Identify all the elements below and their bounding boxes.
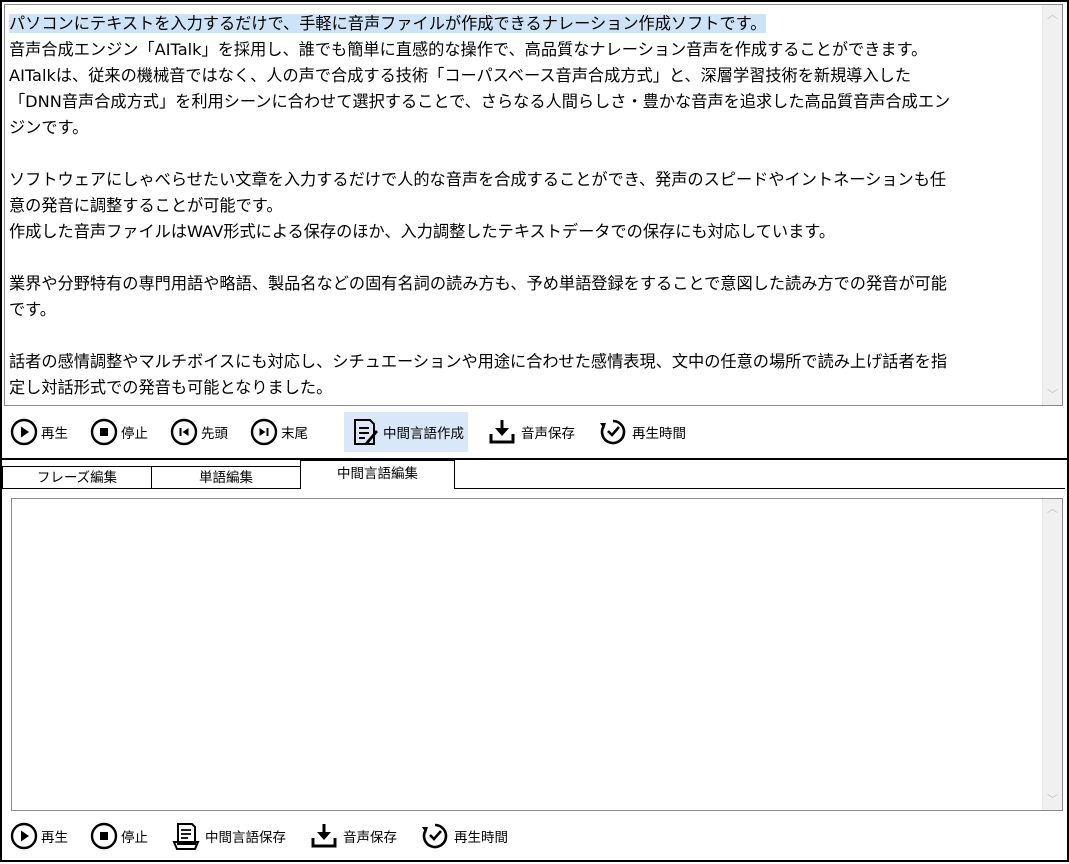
- tab-label: フレーズ編集: [36, 470, 118, 486]
- tab-phrase-edit[interactable]: フレーズ編集: [2, 466, 152, 489]
- go-to-start-button[interactable]: 先頭: [166, 412, 232, 452]
- edit-tabs: フレーズ編集 単語編集 中間言語編集: [2, 460, 1065, 490]
- editor-line[interactable]: ジンです。: [9, 118, 88, 137]
- intermediate-language-editor[interactable]: ︿ ﹀: [11, 498, 1063, 811]
- play-label: 再生: [41, 830, 68, 846]
- play-time-label: 再生時間: [454, 830, 508, 846]
- editor-line[interactable]: 作成した音声ファイルはWAV形式による保存のほか、入力調整したテキストデータでの…: [9, 222, 835, 241]
- play-button[interactable]: 再生: [6, 412, 72, 452]
- editor-line[interactable]: 「DNN音声合成方式」を利用シーンに合わせて選択することで、さらなる人間らしさ・…: [9, 92, 950, 111]
- play-icon: [10, 418, 38, 446]
- play-icon: [10, 822, 38, 850]
- go-to-start-label: 先頭: [201, 426, 228, 442]
- scroll-down-icon[interactable]: ﹀: [1043, 387, 1062, 403]
- play-time-label: 再生時間: [632, 426, 686, 442]
- play-label: 再生: [41, 426, 68, 442]
- stop-icon: [90, 822, 118, 850]
- editor-line[interactable]: です。: [9, 300, 56, 319]
- play-time-button[interactable]: 再生時間: [415, 816, 512, 856]
- editor-scrollbar[interactable]: ︿ ﹀: [1042, 5, 1062, 405]
- scroll-up-icon[interactable]: ︿: [1043, 501, 1062, 517]
- editor-line[interactable]: AITalkは、従来の機械音ではなく、人の声で合成する技術「コーパスベース音声合…: [9, 66, 911, 85]
- tab-word-edit[interactable]: 単語編集: [151, 466, 301, 489]
- document-save-icon: [172, 823, 200, 850]
- selected-line[interactable]: パソコンにテキストを入力するだけで、手軽に音声ファイルが作成できるナレーション作…: [9, 14, 767, 33]
- save-intermediate-language-label: 中間言語保存: [205, 830, 286, 846]
- save-audio-button[interactable]: 音声保存: [482, 412, 579, 452]
- stop-label: 停止: [121, 426, 148, 442]
- play-time-button[interactable]: 再生時間: [593, 412, 690, 452]
- stop-label: 停止: [121, 830, 148, 846]
- save-audio-button[interactable]: 音声保存: [304, 816, 401, 856]
- tab-intermediate-language-edit[interactable]: 中間言語編集: [300, 460, 455, 489]
- create-intermediate-language-button[interactable]: 中間言語作成: [344, 412, 468, 452]
- tab-divider: [2, 488, 1065, 489]
- document-edit-icon: [354, 419, 378, 445]
- save-audio-label: 音声保存: [521, 426, 575, 442]
- scroll-down-icon[interactable]: ﹀: [1043, 792, 1062, 808]
- text-editor[interactable]: パソコンにテキストを入力するだけで、手軽に音声ファイルが作成できるナレーション作…: [4, 4, 1063, 406]
- stop-button[interactable]: 停止: [86, 412, 152, 452]
- panel-scrollbar[interactable]: ︿ ﹀: [1042, 499, 1062, 810]
- download-icon: [489, 420, 515, 444]
- timer-icon: [600, 419, 626, 445]
- go-to-end-label: 末尾: [281, 426, 308, 442]
- tab-label: 中間言語編集: [337, 466, 418, 482]
- bottom-toolbar: 再生 停止 中間言語保存 音声保存 再生時間: [6, 816, 526, 856]
- editor-line[interactable]: 意の発音に調整することが可能です。: [9, 196, 283, 215]
- scroll-up-icon[interactable]: ︿: [1043, 7, 1062, 23]
- editor-line[interactable]: 業界や分野特有の専門用語や略語、製品名などの固有名詞の読み方も、予め単語登録をす…: [9, 274, 947, 293]
- top-toolbar: 再生 停止 先頭 末尾 中間言語作成 音声保存 再生時間: [6, 412, 704, 452]
- skip-to-start-icon: [170, 418, 198, 446]
- editor-line[interactable]: 定し対話形式での発音も可能となりました。: [9, 378, 332, 397]
- editor-content[interactable]: パソコンにテキストを入力するだけで、手軽に音声ファイルが作成できるナレーション作…: [9, 11, 1033, 401]
- play-button[interactable]: 再生: [6, 816, 72, 856]
- create-intermediate-language-label: 中間言語作成: [383, 426, 464, 442]
- editor-line[interactable]: ソフトウェアにしゃべらせたい文章を入力するだけで人的な音声を合成することができ、…: [9, 170, 946, 189]
- tab-label: 単語編集: [199, 470, 253, 486]
- timer-icon: [422, 823, 448, 849]
- stop-button[interactable]: 停止: [86, 816, 152, 856]
- save-audio-label: 音声保存: [343, 830, 397, 846]
- skip-to-end-icon: [250, 418, 278, 446]
- download-icon: [311, 824, 337, 848]
- editor-line[interactable]: 話者の感情調整やマルチボイスにも対応し、シチュエーションや用途に合わせた感情表現…: [9, 352, 947, 371]
- editor-line[interactable]: 音声合成エンジン「AITalk」を採用し、誰でも簡単に直感的な操作で、高品質なナ…: [9, 40, 927, 59]
- stop-icon: [90, 418, 118, 446]
- go-to-end-button[interactable]: 末尾: [246, 412, 312, 452]
- save-intermediate-language-button[interactable]: 中間言語保存: [166, 816, 290, 856]
